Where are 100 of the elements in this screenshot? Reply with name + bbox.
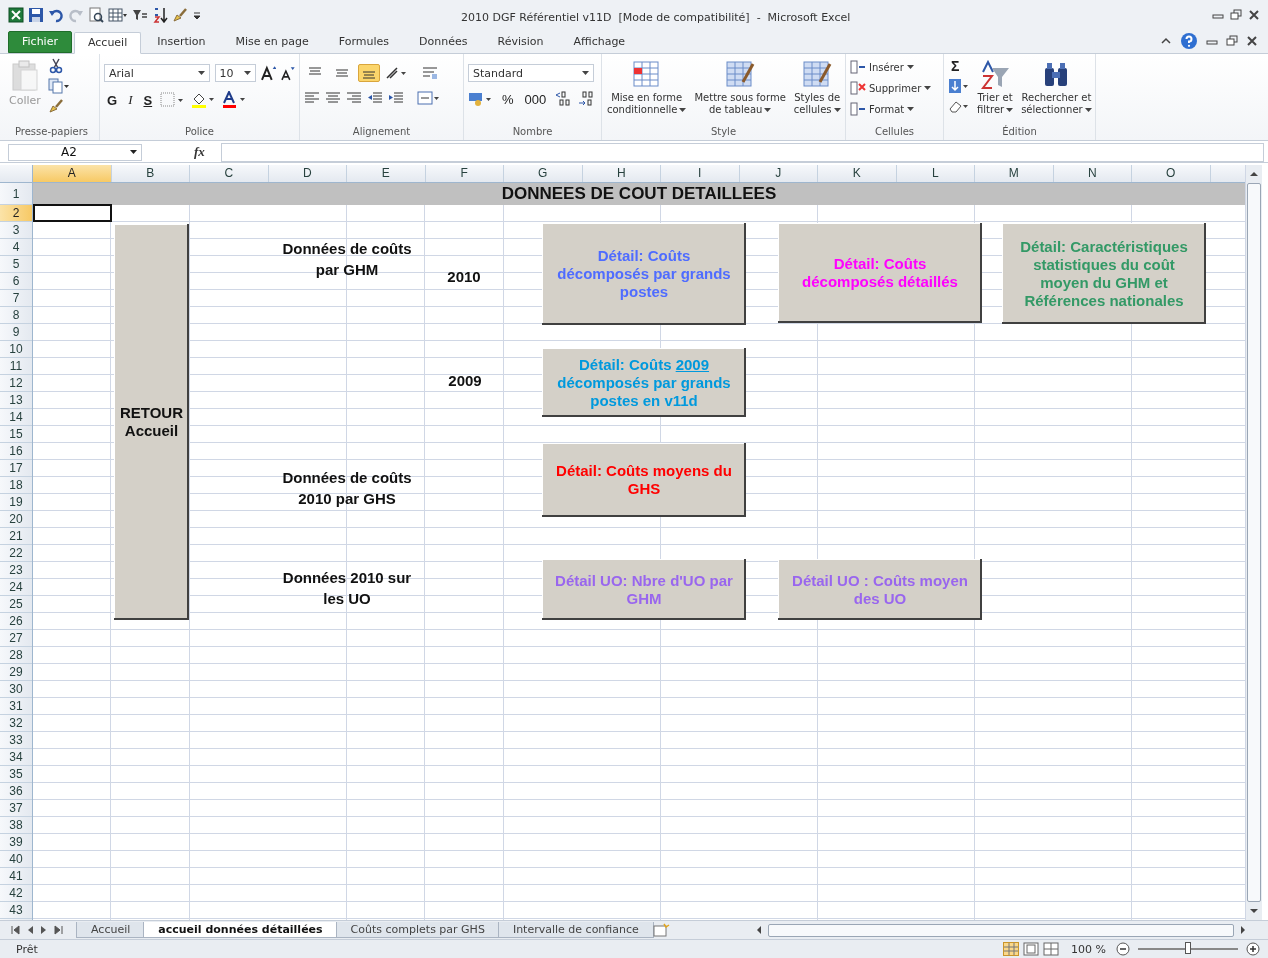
- ribbon-tab[interactable]: Mise en page: [221, 31, 323, 53]
- row-header[interactable]: 39: [0, 834, 32, 851]
- row-header[interactable]: 16: [0, 443, 32, 460]
- column-header[interactable]: I: [661, 165, 740, 182]
- column-header[interactable]: F: [425, 165, 504, 182]
- filter-icon[interactable]: [132, 7, 148, 23]
- ribbon-tab[interactable]: Données: [405, 31, 482, 53]
- zoom-slider-thumb[interactable]: [1185, 942, 1191, 954]
- copy-icon[interactable]: [47, 78, 70, 94]
- insert-function-button[interactable]: fx: [148, 144, 215, 160]
- row-header[interactable]: 22: [0, 545, 32, 562]
- row-header[interactable]: 15: [0, 426, 32, 443]
- zoom-level[interactable]: 100 %: [1071, 942, 1106, 956]
- bold-button[interactable]: G: [104, 92, 121, 108]
- column-header[interactable]: D: [268, 165, 347, 182]
- sheet-tab[interactable]: Coûts complets par GHS: [335, 922, 500, 938]
- style-button[interactable]: Mise en forme conditionnelle: [606, 58, 688, 118]
- font-name-field[interactable]: Arial: [104, 64, 210, 82]
- align-center-icon[interactable]: [325, 92, 341, 104]
- undo-icon[interactable]: [48, 7, 64, 23]
- save-icon[interactable]: [28, 7, 44, 23]
- close-icon[interactable]: [1246, 35, 1258, 47]
- row-header[interactable]: 40: [0, 851, 32, 868]
- ribbon-tab[interactable]: Formules: [324, 31, 404, 53]
- brush-icon[interactable]: [172, 7, 188, 23]
- column-header[interactable]: H: [582, 165, 661, 182]
- formula-input[interactable]: [220, 142, 1264, 162]
- ribbon-tab[interactable]: Affichage: [559, 31, 640, 53]
- column-header[interactable]: O: [1132, 165, 1211, 182]
- row-header[interactable]: 33: [0, 732, 32, 749]
- name-box[interactable]: A2: [8, 143, 142, 161]
- row-header[interactable]: 21: [0, 528, 32, 545]
- row-header[interactable]: 23: [0, 562, 32, 579]
- align-left-icon[interactable]: [304, 92, 320, 104]
- column-header[interactable]: J: [739, 165, 818, 182]
- column-header[interactable]: N: [1053, 165, 1132, 182]
- row-header[interactable]: 13: [0, 392, 32, 409]
- row-header[interactable]: 20: [0, 511, 32, 528]
- ribbon-tab[interactable]: Insertion: [143, 31, 220, 53]
- sheet-tab[interactable]: Accueil: [76, 922, 146, 938]
- row-header[interactable]: 37: [0, 800, 32, 817]
- last-sheet-icon[interactable]: [54, 925, 64, 935]
- cells-menu-button[interactable]: Supprimer: [850, 79, 939, 97]
- row-header[interactable]: 3: [0, 222, 32, 239]
- row-header[interactable]: 9: [0, 324, 32, 341]
- column-header[interactable]: C: [190, 165, 269, 182]
- row-header[interactable]: 41: [0, 868, 32, 885]
- row-header[interactable]: 30: [0, 681, 32, 698]
- row-header[interactable]: 28: [0, 647, 32, 664]
- column-header[interactable]: A: [33, 165, 112, 182]
- autosum-button[interactable]: Σ: [948, 58, 963, 74]
- table-icon[interactable]: [108, 7, 128, 23]
- close-icon[interactable]: [1248, 9, 1260, 21]
- wrap-text-icon[interactable]: [422, 66, 438, 80]
- row-header[interactable]: 38: [0, 817, 32, 834]
- row-header[interactable]: 36: [0, 783, 32, 800]
- row-header[interactable]: 35: [0, 766, 32, 783]
- column-header[interactable]: G: [504, 165, 583, 182]
- zoom-in-icon[interactable]: [1246, 942, 1260, 956]
- row-header[interactable]: 42: [0, 885, 32, 902]
- new-sheet-icon[interactable]: [651, 923, 670, 937]
- restore-icon[interactable]: [1230, 9, 1242, 21]
- row-header[interactable]: 29: [0, 664, 32, 681]
- sheet-tab[interactable]: accueil données détaillées: [143, 922, 338, 938]
- row-header[interactable]: 19: [0, 494, 32, 511]
- font-size-field[interactable]: 10: [214, 64, 256, 82]
- excel-logo-icon[interactable]: [8, 7, 24, 23]
- page-break-icon[interactable]: [1043, 942, 1060, 956]
- column-header[interactable]: K: [818, 165, 897, 182]
- ribbon-tab[interactable]: Révision: [483, 31, 558, 53]
- style-button[interactable]: Styles de cellules: [792, 58, 842, 118]
- row-header[interactable]: 2: [0, 205, 32, 222]
- currency-icon[interactable]: [468, 91, 494, 107]
- normal-view-icon[interactable]: [1003, 942, 1020, 956]
- print-preview-icon[interactable]: [88, 7, 104, 23]
- row-header[interactable]: 12: [0, 375, 32, 392]
- find-select-button[interactable]: Rechercher et sélectionner: [1020, 58, 1093, 118]
- align-right-icon[interactable]: [346, 92, 362, 104]
- row-header[interactable]: 18: [0, 477, 32, 494]
- column-header[interactable]: B: [111, 165, 190, 182]
- scissors-icon[interactable]: [47, 58, 64, 74]
- row-header[interactable]: 7: [0, 290, 32, 307]
- underline-button[interactable]: S: [140, 92, 156, 108]
- row-header[interactable]: 11: [0, 358, 32, 375]
- brush-icon[interactable]: [47, 98, 64, 114]
- column-header[interactable]: E: [347, 165, 426, 182]
- scrollbar-thumb[interactable]: [768, 923, 1234, 937]
- scroll-right-icon[interactable]: [1238, 925, 1248, 935]
- sheet-tab[interactable]: Intervalle de confiance: [497, 922, 654, 938]
- back-home-button[interactable]: RETOUR Accueil: [114, 224, 189, 620]
- row-header[interactable]: 14: [0, 409, 32, 426]
- row-header[interactable]: 6: [0, 273, 32, 290]
- row-header[interactable]: 26: [0, 613, 32, 630]
- increase-indent-icon[interactable]: [388, 92, 404, 104]
- ribbon-tab[interactable]: Fichier: [8, 31, 72, 53]
- restore-icon[interactable]: [1226, 35, 1238, 47]
- row-header[interactable]: 4: [0, 239, 32, 256]
- vertical-align-button[interactable]: [358, 64, 380, 82]
- row-header[interactable]: 31: [0, 698, 32, 715]
- cells-menu-button[interactable]: Format: [850, 100, 939, 118]
